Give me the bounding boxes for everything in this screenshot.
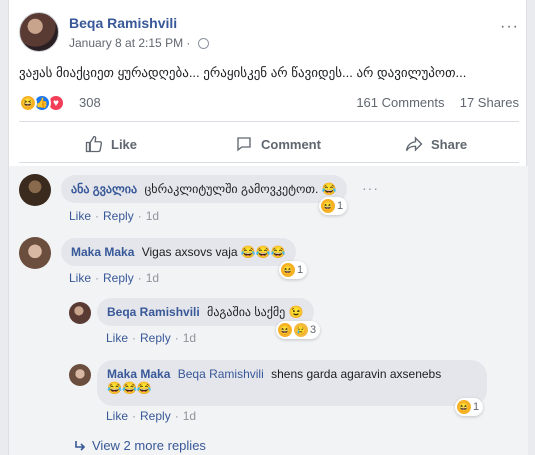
reply-bubble: Maka Maka Beqa Ramishvili shens garda ag… [97, 360, 487, 406]
post-text: ვაჟას მიაქციეთ ყურადღება... ერაყისკენ არ… [19, 65, 467, 80]
separator: · [132, 331, 137, 345]
comments-count[interactable]: 161 Comments [356, 95, 444, 110]
share-icon [405, 136, 423, 152]
post-author[interactable]: Beqa Ramishvili [69, 15, 177, 31]
comment-text: ცხრაკლიტულში გამოვკეტოთ. [144, 182, 319, 196]
comment-reactions[interactable]: 😆 1 [319, 197, 348, 215]
comment-like-link[interactable]: Like [69, 271, 91, 285]
separator: · [137, 271, 142, 285]
reaction-count[interactable]: 308 [79, 95, 101, 110]
replier-avatar[interactable] [69, 364, 91, 386]
reaction-count: 3 [310, 324, 317, 336]
commenter-avatar[interactable] [19, 174, 51, 206]
comments-shares-counts: 161 Comments 17 Shares [356, 95, 519, 110]
comment-options-icon[interactable]: ··· [362, 180, 379, 196]
post-card: Beqa Ramishvili January 8 at 2:15 PM · ·… [8, 0, 528, 455]
separator: · [174, 409, 179, 423]
post-header: Beqa Ramishvili January 8 at 2:15 PM · ·… [19, 12, 519, 56]
comment-reply-link[interactable]: Reply [103, 271, 134, 285]
view-more-replies-link[interactable]: View 2 more replies [74, 438, 206, 453]
sad-reaction-icon: 😢 [294, 323, 308, 337]
comment-actions: Like · Reply · 1d [69, 271, 159, 285]
replier-name[interactable]: Maka Maka [107, 367, 170, 381]
globe-icon[interactable] [197, 38, 209, 49]
comment-time[interactable]: 1d [146, 209, 159, 223]
separator: · [95, 271, 100, 285]
commenter-name[interactable]: Maka Maka [71, 245, 134, 259]
commenter-avatar[interactable] [19, 237, 51, 269]
comment-reply-link[interactable]: Reply [103, 209, 134, 223]
separator: · [132, 409, 137, 423]
tagged-user[interactable]: Beqa Ramishvili [178, 367, 264, 381]
reaction-count: 1 [473, 401, 480, 413]
share-button[interactable]: Share [405, 128, 467, 160]
reply-reactions[interactable]: 😆 😢 3 [276, 321, 321, 339]
divider [19, 162, 519, 163]
reply-like-link[interactable]: Like [106, 331, 128, 345]
reaction-count: 1 [297, 264, 304, 276]
post-counts: ♥ 👍 😆 308 161 Comments 17 Shares [19, 92, 519, 114]
like-label: Like [111, 136, 138, 152]
share-label: Share [431, 136, 468, 152]
replier-avatar[interactable] [69, 302, 91, 324]
separator: · [95, 209, 100, 223]
thumbs-up-icon [85, 135, 103, 153]
haha-reaction-icon: 😆 [281, 263, 295, 277]
comment-bubble: ანა გვალია ცხრაკლიტულში გამოვკეტოთ. 😂 [61, 175, 347, 203]
post-actions: Like Comment Share [19, 128, 519, 160]
separator: · [174, 331, 179, 345]
comments-section: ანა გვალია ცხრაკლიტულში გამოვკეტოთ. 😂 😆 … [9, 166, 528, 455]
comment-time[interactable]: 1d [146, 271, 159, 285]
post-meta: January 8 at 2:15 PM · [69, 36, 209, 50]
comment-icon [237, 137, 251, 152]
commenter-name[interactable]: ანა გვალია [71, 182, 137, 196]
comment-text: Vigas axsovs vaja [141, 245, 238, 259]
comment-actions: Like · Reply · 1d [69, 209, 159, 223]
comment-button[interactable]: Comment [235, 128, 321, 160]
reply-text: shens garda agaravin axsenebs [271, 367, 442, 381]
haha-reaction-icon: 😆 [19, 94, 37, 112]
view-more-label: View 2 more replies [92, 438, 206, 453]
more-options-icon[interactable]: ··· [500, 18, 519, 36]
comment-reactions[interactable]: 😆 1 [279, 261, 308, 279]
meta-separator: · [186, 36, 191, 50]
reply-reactions[interactable]: 😆 1 [455, 398, 484, 416]
reaction-icons[interactable]: ♥ 👍 😆 [19, 94, 79, 112]
reply-time[interactable]: 1d [183, 409, 196, 423]
comment-emoji: 😂 [321, 182, 337, 196]
reaction-count: 1 [337, 200, 344, 212]
reply-actions: Like · Reply · 1d [106, 409, 196, 423]
haha-reaction-icon: 😆 [457, 400, 471, 414]
comment-emoji: 😂😂😂 [240, 245, 286, 259]
reply-reply-link[interactable]: Reply [140, 331, 171, 345]
author-avatar[interactable] [19, 12, 59, 52]
reply-emoji: 😉 [288, 305, 304, 319]
comment-like-link[interactable]: Like [69, 209, 91, 223]
like-button[interactable]: Like [85, 128, 137, 160]
reply-actions: Like · Reply · 1d [106, 331, 196, 345]
comment-bubble: Maka Maka Vigas axsovs vaja 😂😂😂 [61, 238, 296, 266]
post-date[interactable]: January 8 at 2:15 PM [69, 36, 183, 50]
haha-reaction-icon: 😆 [278, 323, 292, 337]
reply-arrow-icon [75, 440, 86, 451]
reply-like-link[interactable]: Like [106, 409, 128, 423]
reply-reply-link[interactable]: Reply [140, 409, 171, 423]
shares-count[interactable]: 17 Shares [460, 95, 519, 110]
divider [19, 121, 519, 122]
separator: · [137, 209, 142, 223]
reply-time[interactable]: 1d [183, 331, 196, 345]
reply-emoji: 😂😂😂 [107, 381, 152, 395]
reply-text: მაგაშია საქმე [207, 305, 286, 319]
replier-name[interactable]: Beqa Ramishvili [107, 305, 200, 319]
haha-reaction-icon: 😆 [321, 199, 335, 213]
comment-label: Comment [261, 136, 321, 152]
